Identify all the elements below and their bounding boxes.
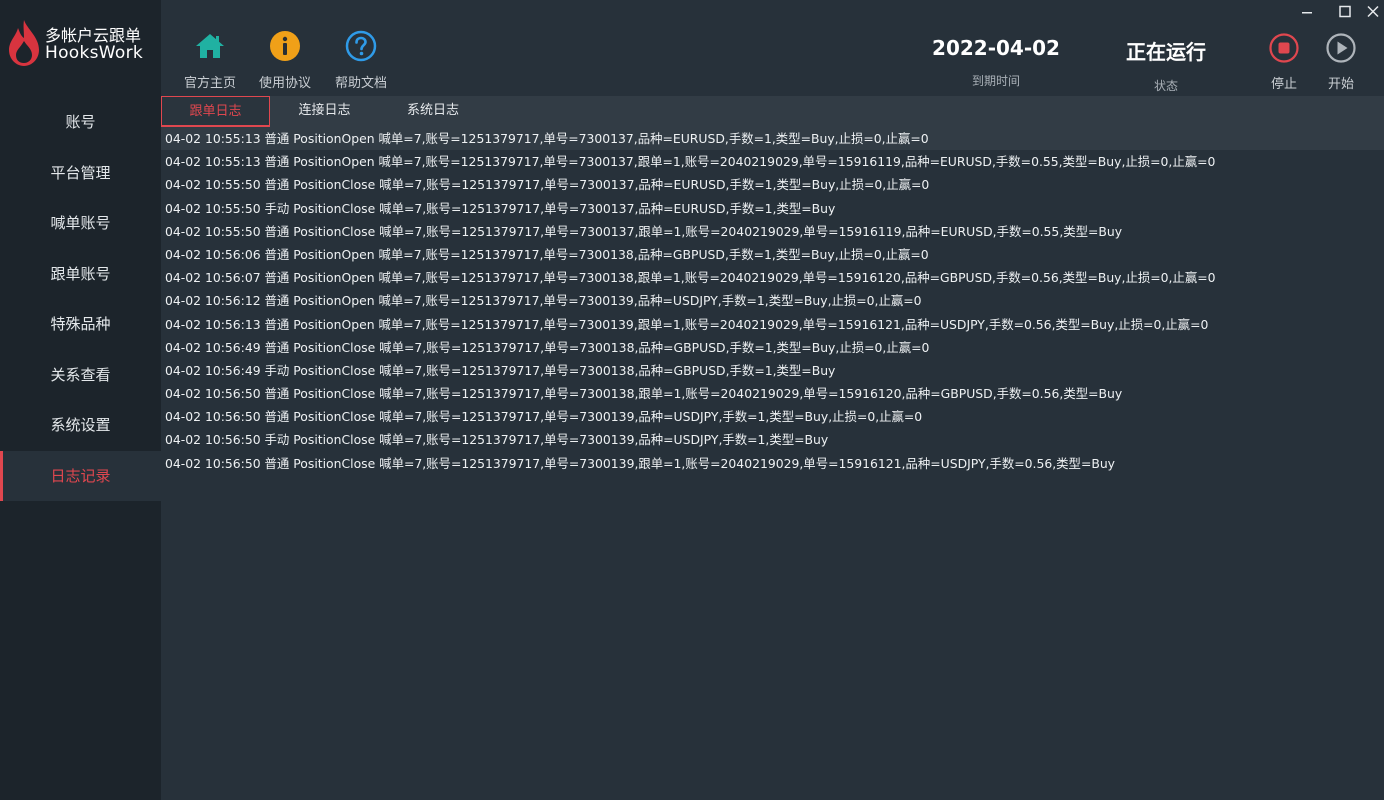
- sidebar-item-signal-account[interactable]: 喊单账号: [0, 198, 161, 249]
- flame-logo-icon: [9, 20, 39, 66]
- sidebar: 多帐户云跟单 HooksWork 账号 平台管理 喊单账号 跟单账号 特殊品种 关系查看系…: [0, 0, 161, 800]
- state-label: 状态: [1153, 79, 1178, 93]
- log-row[interactable]: 04-02 10:55:13 普通 PositionOpen 喊单=7,账号=1…: [161, 150, 1384, 173]
- minimize-icon[interactable]: [1296, 3, 1318, 21]
- log-row[interactable]: 04-02 10:56:12 普通 PositionOpen 喊单=7,账号=1…: [161, 289, 1384, 312]
- log-row[interactable]: 04-02 10:56:50 普通 PositionClose 喊单=7,账号=…: [161, 452, 1384, 475]
- log-row[interactable]: 04-02 10:55:13 普通 PositionOpen 喊单=7,账号=1…: [161, 127, 1384, 151]
- expire-date: 2022-04-02: [932, 36, 1060, 60]
- log-row[interactable]: 04-02 10:55:50 普通 PositionClose 喊单=7,账号=…: [161, 173, 1384, 196]
- tab-system-log[interactable]: 系统日志: [379, 96, 487, 127]
- run-state: 正在运行 状态: [1106, 36, 1226, 94]
- sidebar-item-platform[interactable]: 平台管理: [0, 148, 161, 199]
- log-row[interactable]: 04-02 10:56:07 普通 PositionOpen 喊单=7,账号=1…: [161, 266, 1384, 289]
- log-row[interactable]: 04-02 10:56:50 手动 PositionClose 喊单=7,账号=…: [161, 428, 1384, 451]
- start-label: 开始: [1327, 77, 1354, 92]
- state-value: 正在运行: [1126, 40, 1206, 64]
- header: 官方主页 使用协议 帮助文档 2022-04-02 到期时间 正在运行 状态 停…: [161, 0, 1384, 96]
- stop-icon: [1269, 33, 1299, 63]
- sidebar-item-special-symbols[interactable]: 特殊品种: [0, 299, 161, 350]
- log-row[interactable]: 04-02 10:56:06 普通 PositionOpen 喊单=7,账号=1…: [161, 243, 1384, 266]
- help-label: 帮助文档: [334, 76, 387, 91]
- log-row[interactable]: 04-02 10:55:50 手动 PositionClose 喊单=7,账号=…: [161, 197, 1384, 220]
- log-row[interactable]: 04-02 10:56:13 普通 PositionOpen 喊单=7,账号=1…: [161, 313, 1384, 336]
- log-row[interactable]: 04-02 10:56:50 普通 PositionClose 喊单=7,账号=…: [161, 382, 1384, 405]
- sidebar-item-relations[interactable]: 关系查看: [0, 350, 161, 401]
- agreement-button[interactable]: 使用协议: [250, 30, 320, 91]
- home-button[interactable]: 官方主页: [175, 30, 245, 91]
- agreement-label: 使用协议: [258, 76, 311, 91]
- tab-follow-log[interactable]: 跟单日志: [161, 96, 270, 127]
- stop-label: 停止: [1270, 77, 1297, 92]
- log-list[interactable]: 04-02 10:55:13 普通 PositionOpen 喊单=7,账号=1…: [161, 127, 1384, 800]
- log-row[interactable]: 04-02 10:55:50 普通 PositionClose 喊单=7,账号=…: [161, 220, 1384, 243]
- stop-button[interactable]: 停止: [1259, 33, 1309, 92]
- maximize-icon[interactable]: [1334, 3, 1356, 21]
- help-icon: [345, 30, 377, 62]
- logo: 多帐户云跟单 HooksWork: [0, 0, 161, 96]
- close-icon[interactable]: [1362, 3, 1384, 21]
- log-row[interactable]: 04-02 10:56:49 普通 PositionClose 喊单=7,账号=…: [161, 336, 1384, 359]
- log-row[interactable]: 04-02 10:56:49 手动 PositionClose 喊单=7,账号=…: [161, 359, 1384, 382]
- play-icon: [1326, 33, 1356, 63]
- home-label: 官方主页: [183, 76, 236, 91]
- home-icon: [196, 34, 224, 58]
- tab-connection-log[interactable]: 连接日志: [270, 96, 379, 127]
- help-button[interactable]: 帮助文档: [326, 30, 396, 91]
- app-window: 多帐户云跟单 HooksWork 账号 平台管理 喊单账号 跟单账号 特殊品种 关系查看系…: [0, 0, 1384, 800]
- log-tabs: 跟单日志 连接日志 系统日志: [161, 96, 1384, 127]
- expire-label: 到期时间: [971, 74, 1020, 88]
- sidebar-item-settings[interactable]: 系统设置: [0, 400, 161, 451]
- info-icon: [270, 31, 300, 61]
- sidebar-item-logs[interactable]: 日志记录: [0, 450, 161, 501]
- app-brand: HooksWork: [45, 43, 144, 63]
- log-row[interactable]: 04-02 10:56:50 普通 PositionClose 喊单=7,账号=…: [161, 405, 1384, 428]
- sidebar-item-account[interactable]: 账号: [0, 97, 161, 148]
- expire-info: 2022-04-02 到期时间: [921, 36, 1071, 89]
- sidebar-item-follow-account[interactable]: 跟单账号: [0, 249, 161, 300]
- sidebar-nav: 账号 平台管理 喊单账号 跟单账号 特殊品种 关系查看 系统设置 日志记录: [0, 97, 161, 501]
- start-button[interactable]: 开始: [1316, 33, 1366, 92]
